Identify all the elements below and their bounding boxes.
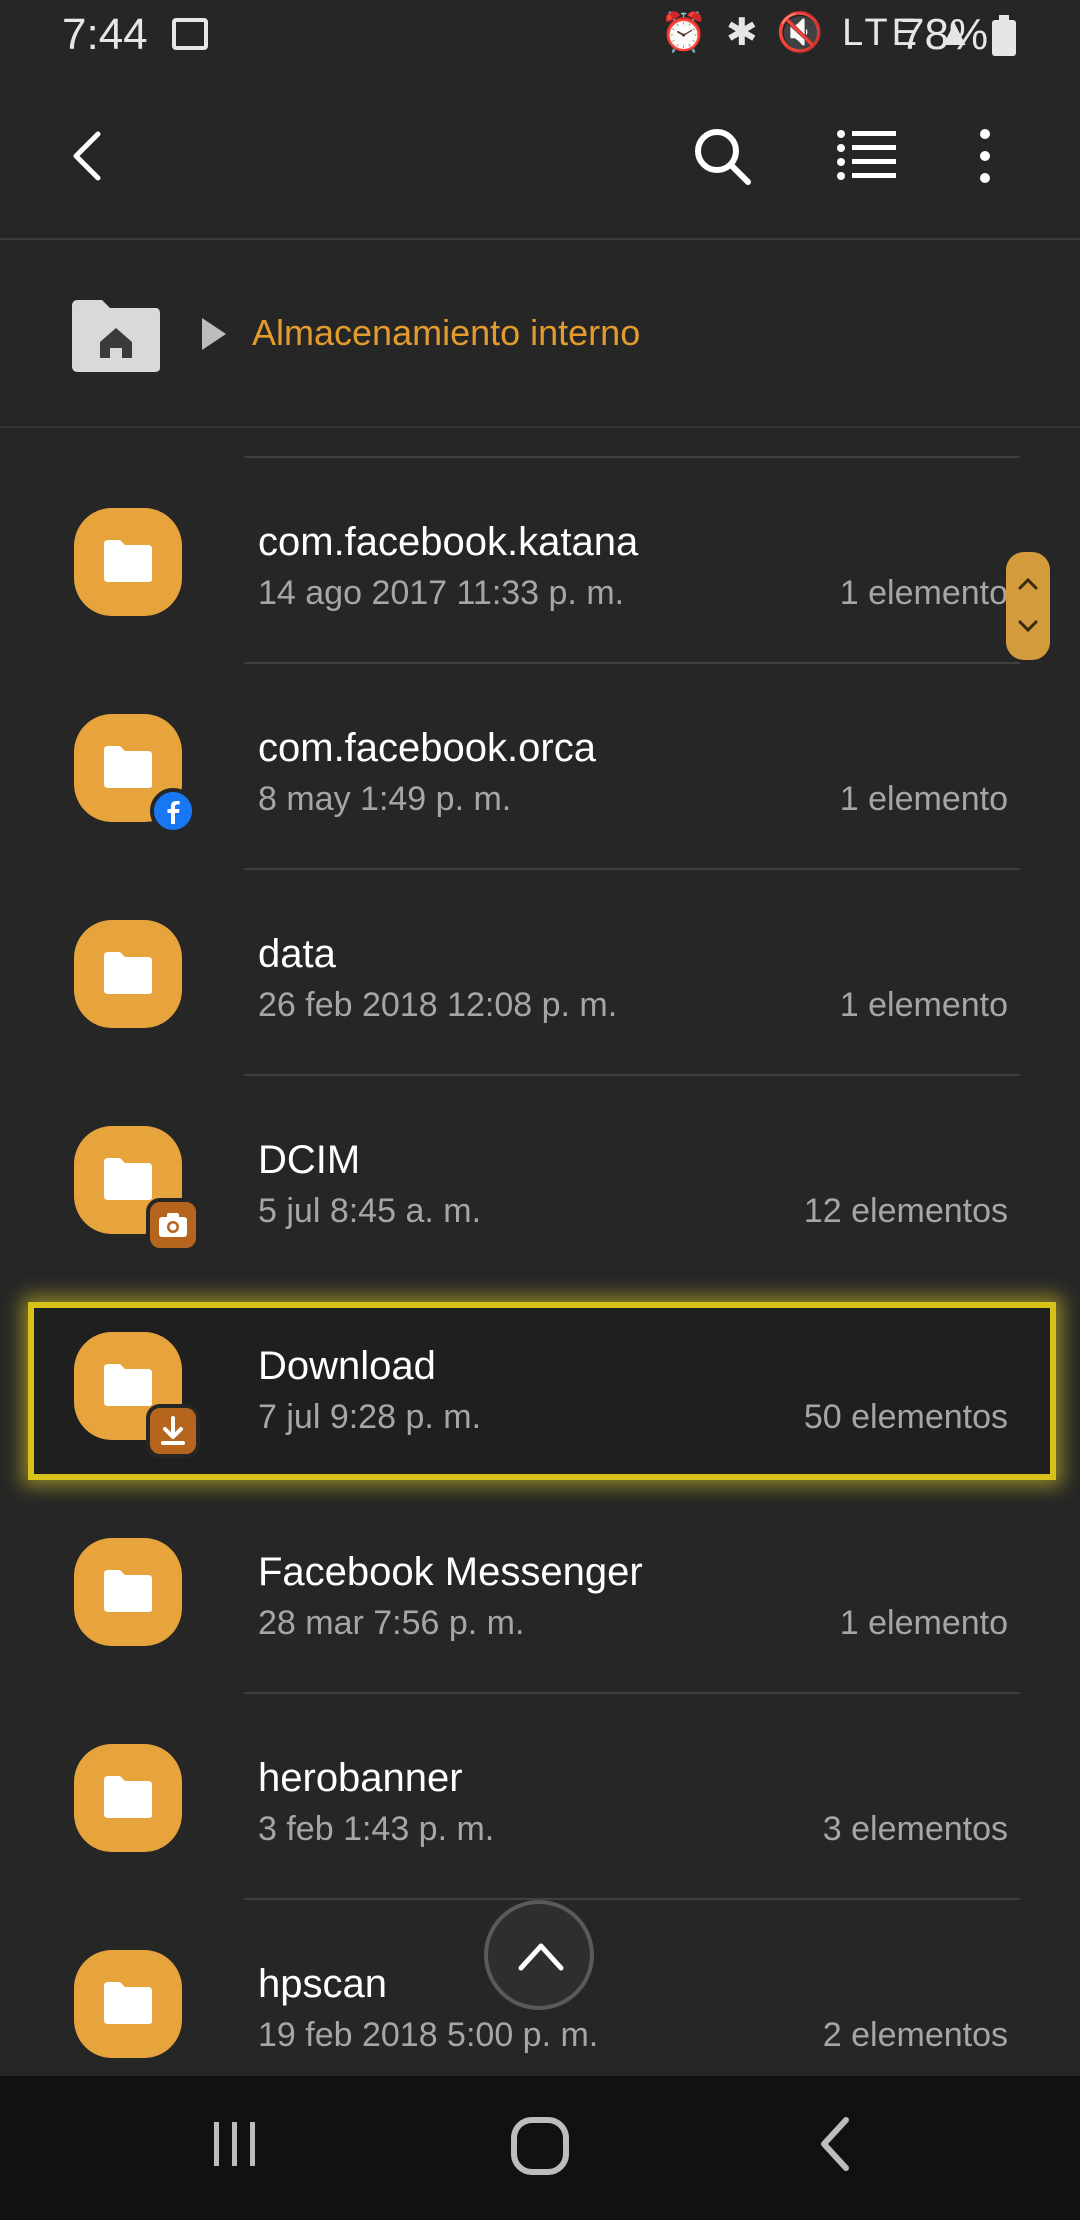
scroll-to-top-button[interactable] [484,1900,594,2010]
folder-date: 28 mar 7:56 p. m. [258,1604,525,1642]
back-icon[interactable] [816,2114,856,2174]
facebook-icon [150,788,196,834]
folder-count: 3 elementos [822,1810,1008,1848]
navigation-bar [0,2076,1080,2220]
folder-count: 1 elemento [839,986,1008,1024]
download-icon [146,1404,200,1458]
folder-count: 2 elementos [822,2016,1008,2054]
fast-scroll-thumb[interactable] [1006,552,1050,660]
folder-name: data [258,932,336,976]
battery-icon [992,15,1016,56]
status-bar: 7:44 ⏰ ✱ 🔇 LTE ▲ 78% [0,0,1080,72]
folder-icon [74,920,182,1028]
list-item-download[interactable]: Download 7 jul 9:28 p. m. 50 elementos [0,1282,1080,1488]
recent-apps-icon[interactable] [210,2114,260,2174]
folder-date: 5 jul 8:45 a. m. [258,1192,482,1230]
list-view-icon[interactable] [836,126,898,186]
list-item[interactable]: com.facebook.katana 14 ago 2017 11:33 p.… [0,458,1080,664]
folder-count: 12 elementos [803,1192,1008,1230]
home-icon[interactable] [508,2114,572,2178]
breadcrumb: Almacenamiento interno [0,240,1080,428]
more-vert-icon[interactable] [960,124,1010,188]
back-arrow-icon[interactable] [60,126,120,186]
folder-name: DCIM [258,1138,361,1182]
folder-count: 50 elementos [803,1398,1008,1436]
folder-icon [74,1538,182,1646]
folder-date: 7 jul 9:28 p. m. [258,1398,482,1436]
list-item[interactable]: com.facebook.orca 8 may 1:49 p. m. 1 ele… [0,664,1080,870]
chevron-up-icon [1018,577,1038,590]
folder-date: 8 may 1:49 p. m. [258,780,512,818]
folder-icon [74,1950,182,2058]
list-item[interactable]: DCIM 5 jul 8:45 a. m. 12 elementos [0,1076,1080,1282]
chevron-down-icon [1018,620,1038,633]
app-bar [0,72,1080,240]
folder-date: 26 feb 2018 12:08 p. m. [258,986,618,1024]
breadcrumb-arrow-icon [202,318,226,350]
folder-icon [74,508,182,616]
home-folder-icon[interactable] [68,296,164,374]
status-time: 7:44 [62,10,148,59]
battery-percent: 78% [900,10,989,59]
folder-date: 19 feb 2018 5:00 p. m. [258,2016,599,2054]
folder-name: hpscan [258,1962,387,2006]
folder-date: 3 feb 1:43 p. m. [258,1810,495,1848]
list-item[interactable]: Facebook Messenger 28 mar 7:56 p. m. 1 e… [0,1488,1080,1694]
folder-name: herobanner [258,1756,463,1800]
folder-name: Facebook Messenger [258,1550,643,1594]
list-item[interactable]: herobanner 3 feb 1:43 p. m. 3 elementos [0,1694,1080,1900]
list-item[interactable]: data 26 feb 2018 12:08 p. m. 1 elemento [0,870,1080,1076]
folder-list: com.facebook.katana 14 ago 2017 11:33 p.… [0,428,1080,2076]
folder-count: 1 elemento [839,780,1008,818]
camera-icon [146,1198,200,1252]
folder-name: com.facebook.katana [258,520,639,564]
folder-count: 1 elemento [839,574,1008,612]
folder-count: 1 elemento [839,1604,1008,1642]
breadcrumb-current[interactable]: Almacenamiento interno [252,312,640,354]
folder-date: 14 ago 2017 11:33 p. m. [258,574,625,612]
folder-icon [74,1744,182,1852]
folder-name: com.facebook.orca [258,726,596,770]
folder-name: Download [258,1344,436,1388]
gallery-notification-icon [172,18,208,50]
chevron-up-icon [518,1943,564,1971]
search-icon[interactable] [690,124,754,188]
